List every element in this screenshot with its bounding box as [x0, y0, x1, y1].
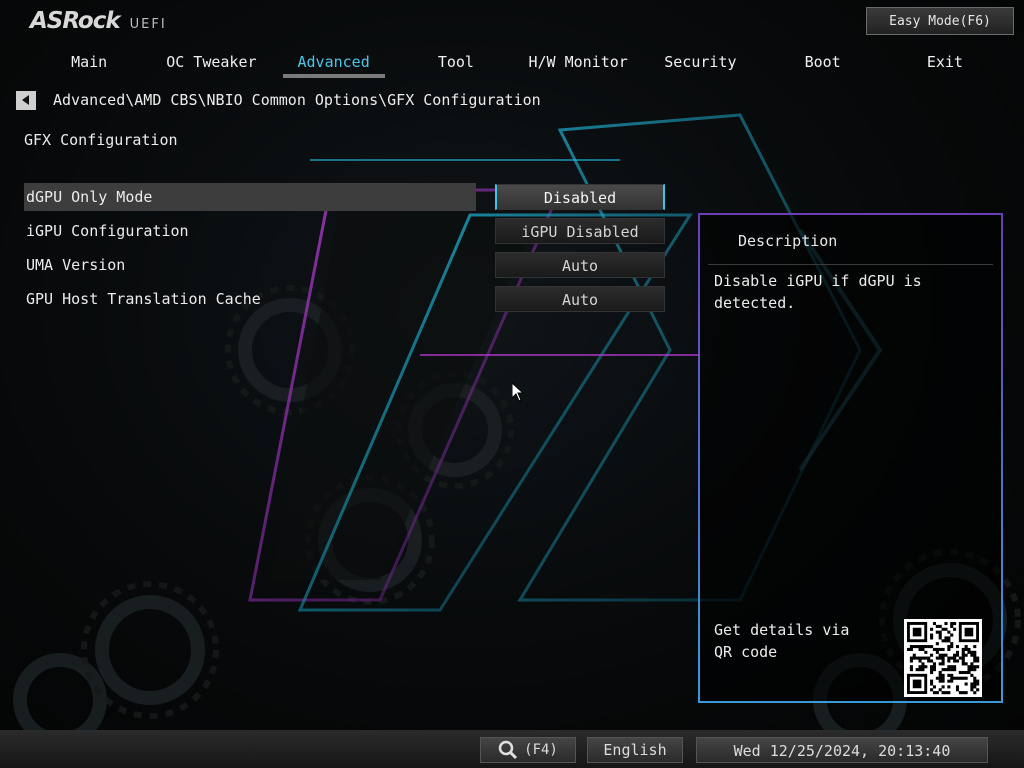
- tab-tool[interactable]: Tool: [395, 50, 517, 80]
- qr-caption: Get details via QR code: [714, 621, 850, 661]
- bios-screen: ASRock UEFI Easy Mode(F6) Main OC Tweake…: [0, 0, 1024, 768]
- setting-value-dropdown[interactable]: iGPU Disabled: [495, 218, 665, 244]
- main-tabs: Main OC Tweaker Advanced Tool H/W Monito…: [28, 50, 1006, 80]
- setting-label: GPU Host Translation Cache: [26, 290, 261, 308]
- language-button[interactable]: English: [587, 737, 683, 763]
- search-shortcut-label: (F4): [524, 742, 558, 758]
- mouse-pointer-icon: [512, 383, 524, 402]
- setting-label: UMA Version: [26, 256, 126, 274]
- setting-label: iGPU Configuration: [26, 222, 189, 240]
- magnifier-icon: [498, 740, 518, 760]
- description-text: Disable iGPU if dGPU is detected.: [714, 272, 922, 312]
- setting-row-gpu-host-translation-cache[interactable]: GPU Host Translation Cache Auto: [24, 285, 666, 313]
- tab-hw-monitor[interactable]: H/W Monitor: [517, 50, 639, 80]
- description-heading: Description: [738, 232, 838, 250]
- easy-mode-button[interactable]: Easy Mode(F6): [866, 7, 1014, 35]
- breadcrumb: Advanced\AMD CBS\NBIO Common Options\GFX…: [53, 91, 541, 109]
- datetime-display: Wed 12/25/2024, 20:13:40: [696, 737, 988, 763]
- setting-value-dropdown[interactable]: Auto: [495, 286, 665, 312]
- setting-label: dGPU Only Mode: [24, 183, 476, 211]
- description-divider: [708, 264, 993, 265]
- section-title: GFX Configuration: [24, 131, 178, 149]
- qr-code-icon: [904, 619, 982, 697]
- setting-value-dropdown[interactable]: Disabled: [495, 184, 665, 210]
- back-button[interactable]: [16, 91, 36, 110]
- description-panel: Description Disable iGPU if dGPU is dete…: [698, 213, 1003, 703]
- logo-uefi: UEFI: [129, 17, 167, 32]
- tab-advanced[interactable]: Advanced: [273, 50, 395, 80]
- setting-row-uma-version[interactable]: UMA Version Auto: [24, 251, 666, 279]
- setting-row-igpu-configuration[interactable]: iGPU Configuration iGPU Disabled: [24, 217, 666, 245]
- tab-main[interactable]: Main: [28, 50, 150, 80]
- setting-value-dropdown[interactable]: Auto: [495, 252, 665, 278]
- tab-oc-tweaker[interactable]: OC Tweaker: [150, 50, 272, 80]
- tab-exit[interactable]: Exit: [884, 50, 1006, 80]
- setting-row-dgpu-only-mode[interactable]: dGPU Only Mode Disabled: [24, 183, 666, 211]
- tab-boot[interactable]: Boot: [762, 50, 884, 80]
- tab-security[interactable]: Security: [639, 50, 761, 80]
- asrock-logo: ASRock UEFI: [30, 8, 167, 38]
- search-button[interactable]: (F4): [480, 737, 576, 763]
- logo-brand: ASRock: [30, 8, 121, 34]
